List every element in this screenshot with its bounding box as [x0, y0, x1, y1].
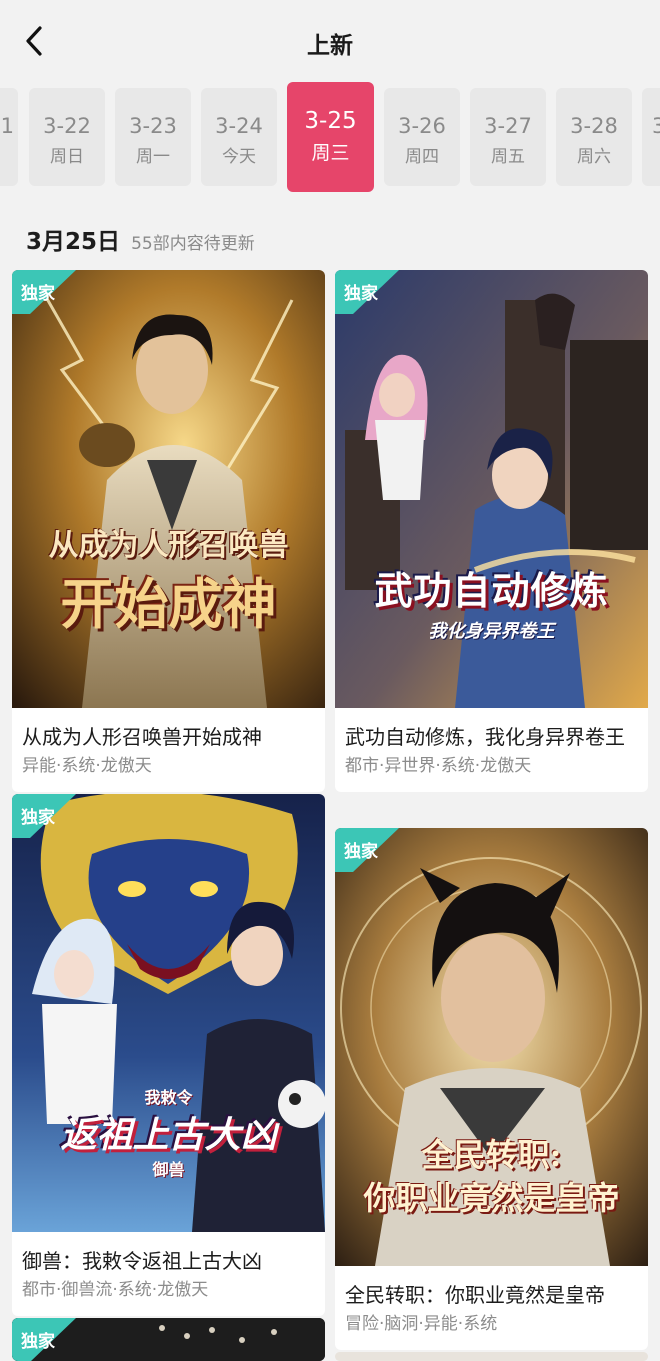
page-title: 上新 — [307, 33, 353, 59]
date-tab-date: 3-23 — [129, 114, 177, 138]
date-tab-3-28[interactable]: 3-28 周六 — [556, 88, 632, 186]
date-tab-date: 3-25 — [304, 108, 357, 134]
date-tab-3-29[interactable]: 3 — [642, 88, 660, 186]
date-tab-3-22[interactable]: 3-22 周日 — [29, 88, 105, 186]
comic-tags: 都市·御兽流·系统·龙傲天 — [22, 1280, 209, 1300]
comic-cover: 武功自动修炼 我化身异界卷王 独家 — [335, 270, 648, 708]
cover-title-line: 你职业竟然是皇帝 — [363, 1179, 620, 1217]
cover-art — [12, 270, 325, 708]
section-date: 3月25日 — [26, 229, 121, 255]
comic-title: 武功自动修炼，我化身异界卷王 — [345, 725, 625, 749]
exclusive-badge: 独家 — [344, 284, 378, 304]
comic-card[interactable]: 从成为人形召唤兽 开始成神 独家 从成为人形召唤兽开始成神 异能·系统·龙傲天 — [12, 270, 325, 792]
top-bar: 上新 — [0, 0, 660, 82]
comic-tags: 冒险·脑洞·异能·系统 — [345, 1314, 498, 1334]
cover-title-line: 我化身异界卷王 — [428, 621, 555, 642]
cover-title-line: 从成为人形召唤兽 — [48, 528, 289, 563]
date-tab-date: 3-28 — [570, 114, 618, 138]
cover-title-line: 武功自动修炼 — [374, 568, 609, 613]
comic-tags: 异能·系统·龙傲天 — [22, 756, 152, 776]
date-tab-date: 3-26 — [398, 114, 446, 138]
comic-title: 全民转职：你职业竟然是皇帝 — [345, 1283, 605, 1307]
comic-cover: 从成为人形召唤兽 开始成神 独家 — [12, 270, 325, 708]
exclusive-badge: 独家 — [21, 808, 55, 828]
date-tab-3-26[interactable]: 3-26 周四 — [384, 88, 460, 186]
comic-card[interactable]: 武功自动修炼 我化身异界卷王 独家 武功自动修炼，我化身异界卷王 都市·异世界·… — [335, 270, 648, 792]
date-tab-strip[interactable]: 1 3-22 周日 3-23 周一 3-24 今天 3-25 周三 3-26 周… — [0, 82, 660, 194]
date-tab-weekday: 周日 — [50, 147, 84, 167]
date-tab-weekday: 周一 — [136, 147, 170, 167]
comic-card[interactable] — [335, 1352, 648, 1361]
date-tab-date: 3 — [652, 114, 660, 138]
date-tab-3-24[interactable]: 3-24 今天 — [201, 88, 277, 186]
cover-title-line: 返祖上古大凶 — [60, 1114, 277, 1156]
comic-tags: 都市·异世界·系统·龙傲天 — [345, 756, 532, 776]
date-tab-weekday: 周五 — [491, 147, 525, 167]
date-tab-date: 1 — [0, 114, 14, 138]
date-tab-date: 3-22 — [43, 114, 91, 138]
cover-art — [12, 1318, 325, 1361]
date-tab-3-25-selected[interactable]: 3-25 周三 — [287, 82, 374, 192]
exclusive-badge: 独家 — [21, 284, 55, 304]
exclusive-badge: 独家 — [21, 1332, 55, 1352]
section-header: 3月25日 55部内容待更新 — [26, 222, 255, 255]
cover-title-line: 全民转职: — [421, 1136, 562, 1174]
section-count: 55部内容待更新 — [131, 234, 255, 254]
comic-card[interactable]: 全民转职: 你职业竟然是皇帝 独家 全民转职：你职业竟然是皇帝 冒险·脑洞·异能… — [335, 828, 648, 1350]
comic-title: 御兽：我敕令返祖上古大凶 — [22, 1249, 262, 1273]
date-tab-3-21[interactable]: 1 — [0, 88, 18, 186]
comic-cover: 我敕令 返祖上古大凶 御兽 独家 — [12, 794, 325, 1232]
date-tab-date: 3-24 — [215, 114, 263, 138]
date-tab-3-23[interactable]: 3-23 周一 — [115, 88, 191, 186]
comic-cover: 全民转职: 你职业竟然是皇帝 独家 — [335, 828, 648, 1266]
date-tab-weekday: 周四 — [405, 147, 439, 167]
date-tab-weekday: 周三 — [311, 142, 350, 164]
date-tab-3-27[interactable]: 3-27 周五 — [470, 88, 546, 186]
date-tab-weekday: 今天 — [222, 147, 256, 167]
cover-title-line: 我敕令 — [144, 1088, 193, 1107]
date-tab-date: 3-27 — [484, 114, 532, 138]
comic-card[interactable]: 我敕令 返祖上古大凶 御兽 独家 御兽：我敕令返祖上古大凶 都市·御兽流·系统·… — [12, 794, 325, 1316]
comic-title: 从成为人形召唤兽开始成神 — [22, 725, 262, 749]
cover-title-line: 开始成神 — [60, 572, 277, 636]
date-tab-weekday: 周六 — [577, 147, 611, 167]
comic-card[interactable]: 独家 — [12, 1318, 325, 1361]
exclusive-badge: 独家 — [344, 842, 378, 862]
cover-title-line: 御兽 — [152, 1160, 185, 1179]
